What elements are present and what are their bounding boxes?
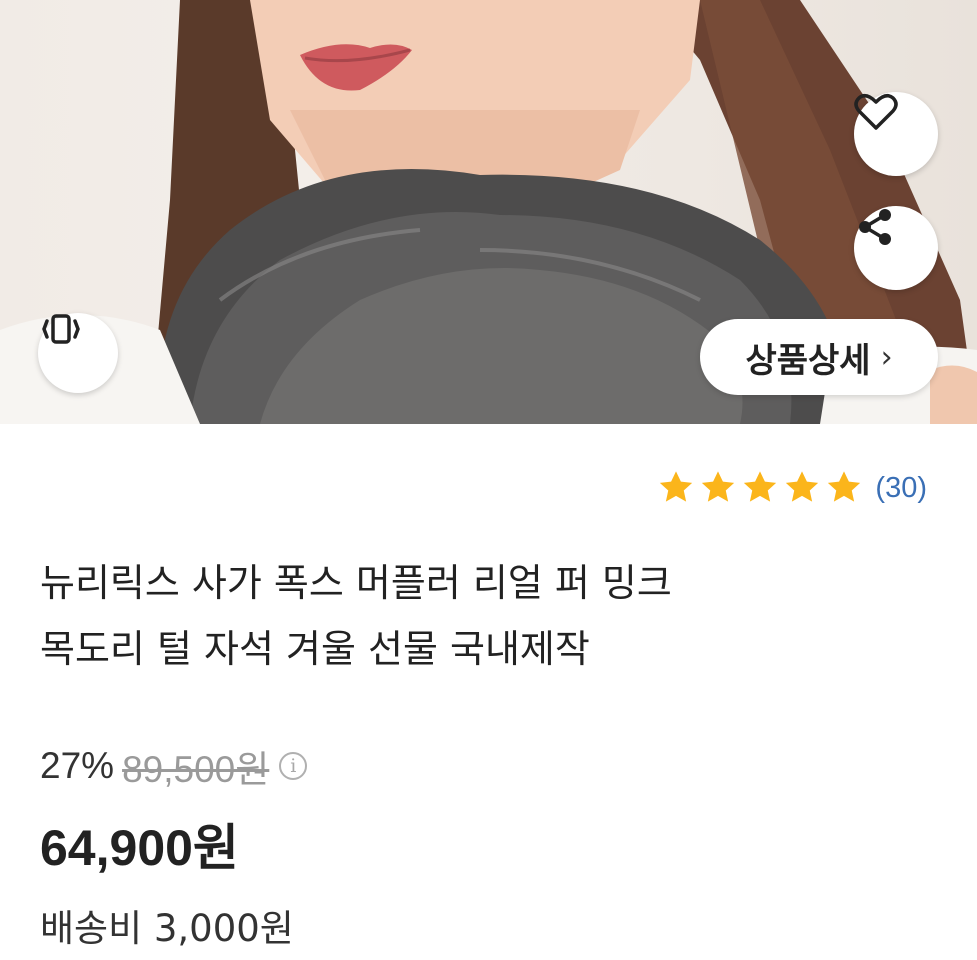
product-title-line2: 목도리 털 자석 겨울 선물 국내제작 <box>40 627 590 671</box>
original-price: 89,500원 <box>122 749 270 790</box>
share-icon <box>859 209 891 245</box>
review-count[interactable]: (30) <box>875 472 927 505</box>
wish-button[interactable] <box>854 92 938 176</box>
star-icon <box>828 471 861 502</box>
product-detail-button[interactable]: 상품상세 › <box>700 319 938 395</box>
sale-price: 64,900원 <box>40 820 239 876</box>
shipping-fee: 배송비 3,000원 <box>40 907 294 950</box>
vibrate-icon <box>42 314 80 344</box>
rating-summary[interactable]: (30) <box>657 464 927 512</box>
product-detail-label: 상품상세 <box>745 340 871 381</box>
star-icon <box>786 471 819 502</box>
discount-rate: 27% <box>40 745 115 786</box>
product-image[interactable]: 상품상세 › <box>0 0 977 424</box>
price-discount-row: 27% 89,500원 i <box>40 740 308 792</box>
chevron-right-icon: › <box>880 339 893 375</box>
vibrate-button[interactable] <box>38 313 118 393</box>
share-button[interactable] <box>854 206 938 290</box>
star-icon <box>660 471 693 502</box>
heart-icon <box>854 94 898 130</box>
info-icon[interactable]: i <box>279 752 308 780</box>
product-title: 뉴리릭스 사가 폭스 머플러 리얼 퍼 밍크 목도리 털 자석 겨울 선물 국내… <box>40 550 940 682</box>
star-icon <box>744 471 777 502</box>
product-title-line1: 뉴리릭스 사가 폭스 머플러 리얼 퍼 밍크 <box>40 561 672 605</box>
star-icon <box>702 471 735 502</box>
